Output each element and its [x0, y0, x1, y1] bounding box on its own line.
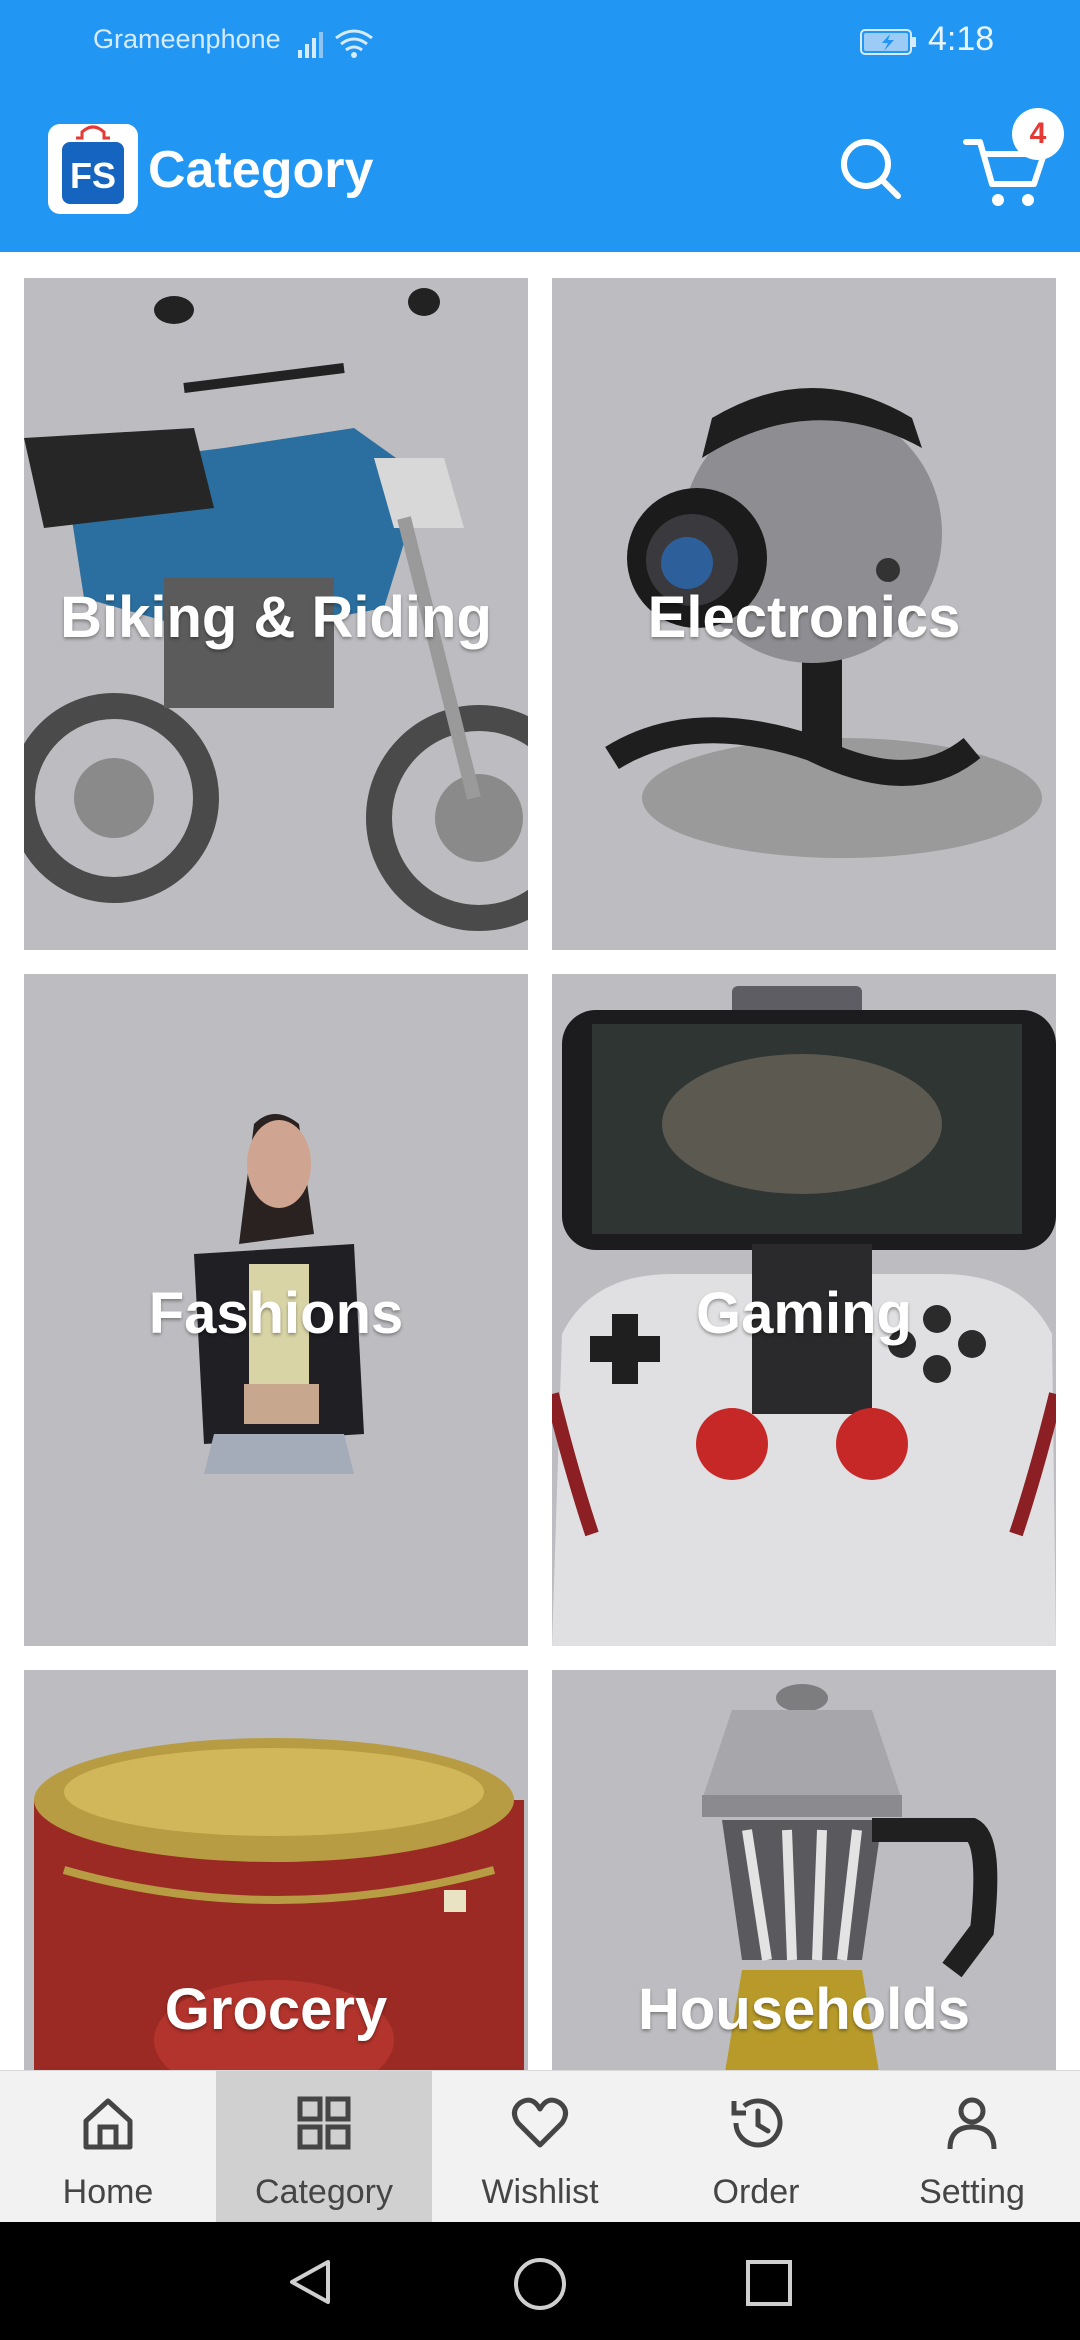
- nav-label: Setting: [919, 2173, 1025, 2211]
- nav-label: Home: [62, 2173, 154, 2211]
- status-bar: Grameenphone 4:18: [0, 0, 1080, 86]
- nav-setting[interactable]: Setting: [864, 2071, 1080, 2223]
- person-icon: [947, 2097, 997, 2150]
- back-icon[interactable]: [284, 2256, 336, 2308]
- app-logo: FS: [48, 124, 138, 214]
- carrier-name: Grameenphone: [93, 24, 281, 54]
- category-tile-biking-riding[interactable]: Biking & Riding: [24, 278, 528, 950]
- category-label: Fashions: [148, 1281, 404, 1346]
- category-tile-gaming[interactable]: Gaming: [552, 974, 1056, 1646]
- category-tile-electronics[interactable]: Electronics: [552, 278, 1056, 950]
- signal-wifi-icon: [298, 29, 373, 58]
- battery-icon: [860, 29, 916, 55]
- category-grid: Biking & Riding Electronics Fashions Gam…: [0, 252, 1080, 2070]
- clock: 4:18: [928, 20, 995, 58]
- home-icon: [83, 2098, 133, 2150]
- bottom-navigation: Home Category Wishlist Order Setting: [0, 2070, 1080, 2223]
- system-navigation-bar: [0, 2222, 1080, 2340]
- heart-icon: [512, 2097, 568, 2148]
- category-label: Biking & Riding: [60, 585, 492, 650]
- nav-category[interactable]: Category: [216, 2071, 432, 2223]
- grid-icon: [297, 2096, 351, 2150]
- category-tile-households[interactable]: Households: [552, 1670, 1056, 2070]
- page-title: Category: [148, 141, 374, 199]
- nav-label: Order: [712, 2173, 800, 2211]
- history-icon: [731, 2098, 783, 2148]
- nav-order[interactable]: Order: [648, 2071, 864, 2223]
- nav-home[interactable]: Home: [0, 2071, 216, 2223]
- category-tile-fashions[interactable]: Fashions: [24, 974, 528, 1646]
- category-tile-grocery[interactable]: Grocery: [24, 1670, 528, 2070]
- app-bar: Grameenphone 4:18 FS Category 4: [0, 0, 1080, 252]
- cart-count-badge: 4: [1012, 108, 1064, 160]
- category-label: Households: [638, 1977, 970, 2042]
- home-circle-icon[interactable]: [512, 2256, 568, 2312]
- category-label: Electronics: [647, 585, 961, 650]
- nav-label: Category: [255, 2173, 393, 2211]
- category-label: Gaming: [696, 1281, 912, 1346]
- nav-wishlist[interactable]: Wishlist: [432, 2071, 648, 2223]
- logo-text: FS: [70, 155, 116, 196]
- search-icon[interactable]: [836, 134, 906, 204]
- nav-label: Wishlist: [481, 2173, 599, 2211]
- recents-icon[interactable]: [744, 2258, 794, 2308]
- category-label: Grocery: [164, 1977, 388, 2042]
